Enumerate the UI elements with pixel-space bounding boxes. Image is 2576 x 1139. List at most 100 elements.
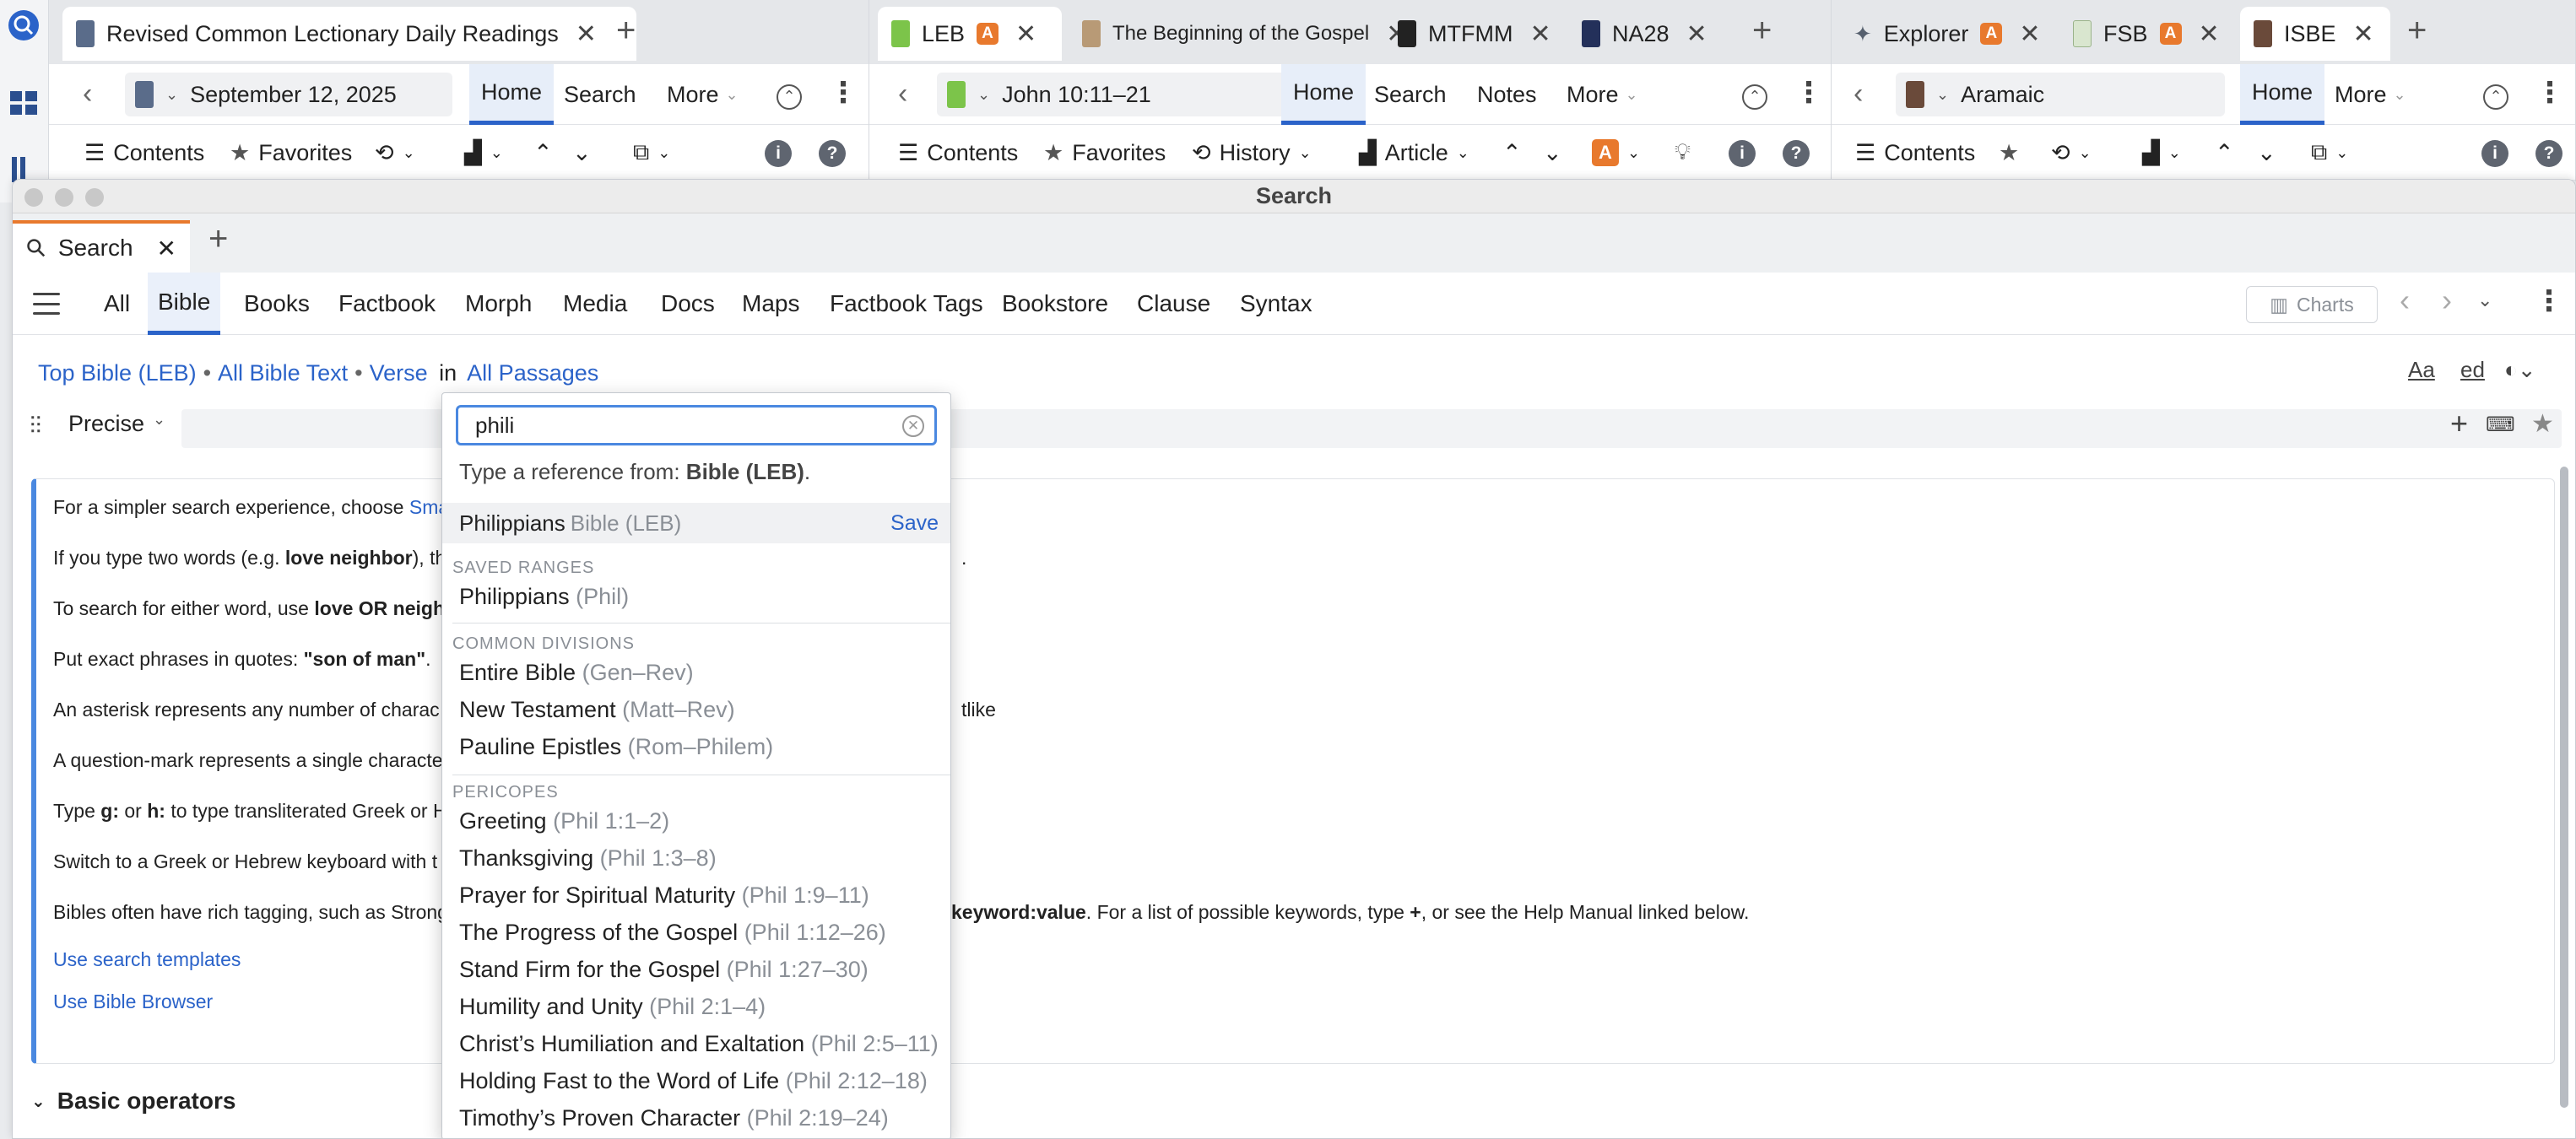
help-icon[interactable]: ? (1783, 138, 1810, 167)
reference-box[interactable]: ⌄ September 12, 2025 (125, 73, 452, 116)
list-item[interactable]: Holding Fast to the Word of Life (Phil 2… (459, 1068, 928, 1094)
list-item[interactable]: Thanksgiving (Phil 1:3–8) (459, 845, 717, 872)
reference-input[interactable]: phili ✕ (456, 405, 937, 445)
prev-button[interactable]: ⌃ (2215, 125, 2234, 181)
category-maps[interactable]: Maps (732, 273, 809, 335)
vertical-scrollbar[interactable] (2560, 467, 2568, 1108)
nav-more[interactable]: More ⌄ (2323, 64, 2418, 125)
back-icon[interactable]: ‹ (83, 78, 92, 111)
menu-icon[interactable] (33, 293, 60, 315)
close-icon[interactable]: ✕ (2353, 19, 2374, 49)
bible-browser-link[interactable]: Use Bible Browser (53, 991, 213, 1013)
more-options-icon[interactable]: ⋮ (829, 76, 858, 110)
scope-bible-link[interactable]: Top Bible (LEB) (38, 360, 197, 386)
home-search-icon[interactable] (5, 7, 42, 44)
collapse-icon[interactable]: ⌃ (2483, 81, 2508, 110)
tab-explorer[interactable]: ✦ Explorer A ✕ (1840, 7, 2054, 61)
tab-mtfmm[interactable]: MTFMM ✕ (1384, 7, 1565, 61)
tab-search[interactable]: Search ✕ (13, 220, 190, 273)
history-button[interactable]: ⟲ ⌄ (375, 125, 415, 181)
add-tab-icon[interactable]: + (616, 12, 636, 50)
contrast-icon[interactable]: ◐⌄ (2504, 357, 2536, 383)
contents-button[interactable]: ☰ Contents (1855, 125, 1975, 181)
reference-box[interactable]: ⌄ Aramaic (1896, 73, 2225, 116)
article-button[interactable]: ▟ Article ⌄ (1359, 125, 1469, 181)
more-options-icon[interactable]: ⋮ (2535, 284, 2563, 318)
scope-text-link[interactable]: All Bible Text (218, 360, 348, 386)
close-icon[interactable]: ✕ (576, 19, 597, 49)
add-tab-icon[interactable]: + (2407, 12, 2427, 50)
visual-filter-button[interactable]: ▟ ⌄ (464, 125, 503, 181)
back-icon[interactable]: ‹ (1854, 78, 1863, 111)
plus-icon[interactable]: + (2450, 406, 2468, 441)
tab-beginning-of-gospel[interactable]: The Beginning of the Gospel ✕ (1069, 7, 1421, 61)
layer-button[interactable]: A ⌄ (1592, 125, 1640, 181)
list-item[interactable]: Greeting (Phil 1:1–2) (459, 808, 669, 834)
reference-option-top[interactable]: Philippians Bible (LEB) Save (442, 503, 950, 543)
history-button[interactable]: ⟲ History ⌄ (1192, 125, 1312, 181)
list-item[interactable]: Christ’s Humiliation and Exaltation (Phi… (459, 1031, 939, 1057)
category-factbook-tags[interactable]: Factbook Tags (820, 273, 993, 335)
nav-notes[interactable]: Notes (1465, 64, 1549, 125)
reference-input[interactable]: September 12, 2025 (190, 82, 397, 108)
font-size-button[interactable]: Aa (2408, 357, 2435, 383)
close-icon[interactable]: ✕ (1686, 19, 1707, 49)
favorites-button[interactable]: ★ Favorites (230, 125, 352, 181)
chevron-down-icon[interactable]: ⌄ (2477, 289, 2492, 311)
close-icon[interactable]: ✕ (1529, 19, 1550, 49)
add-tab-icon[interactable]: + (1752, 12, 1772, 50)
help-icon[interactable]: ? (2535, 138, 2562, 167)
more-options-icon[interactable]: ⋮ (1794, 76, 1823, 110)
link-set-button[interactable]: ⧉ ⌄ (2311, 125, 2348, 181)
scope-unit-link[interactable]: Verse (370, 360, 428, 386)
search-templates-link[interactable]: Use search templates (53, 948, 241, 971)
category-books[interactable]: Books (234, 273, 320, 335)
info-icon[interactable]: i (765, 138, 792, 167)
insights-button[interactable]: 💡︎ (1675, 125, 1691, 181)
help-icon[interactable]: ? (819, 138, 846, 167)
nav-home[interactable]: Home (1281, 64, 1366, 125)
sliders-icon[interactable]: ⫶⫶ (30, 413, 41, 440)
reference-input[interactable]: Aramaic (1961, 82, 2044, 108)
tab-na28[interactable]: NA28 ✕ (1568, 7, 1721, 61)
tab-lectionary[interactable]: Revised Common Lectionary Daily Readings… (62, 7, 636, 61)
add-tab-icon[interactable]: + (208, 220, 228, 258)
tab-isbe[interactable]: ISBE ✕ (2240, 7, 2390, 61)
info-icon[interactable]: i (2481, 138, 2508, 167)
list-item[interactable]: Humility and Unity (Phil 2:1–4) (459, 994, 766, 1020)
prev-button[interactable]: ⌃ (1502, 125, 1522, 181)
info-icon[interactable]: i (1729, 138, 1756, 167)
charts-button[interactable]: ▥ Charts (2246, 286, 2378, 323)
list-item[interactable]: Philippians (Phil) (459, 584, 629, 610)
nav-more[interactable]: More ⌄ (655, 64, 750, 125)
close-icon[interactable]: ✕ (157, 235, 176, 262)
nav-search[interactable]: Search (552, 64, 648, 125)
category-syntax[interactable]: Syntax (1230, 273, 1323, 335)
close-icon[interactable]: ✕ (2019, 19, 2040, 49)
category-all[interactable]: All (94, 273, 140, 335)
reference-input[interactable]: John 10:11–21 (1002, 82, 1151, 108)
tab-fsb[interactable]: FSB A ✕ (2059, 7, 2233, 61)
list-item[interactable]: Prayer for Spiritual Maturity (Phil 1:9–… (459, 883, 869, 909)
list-item[interactable]: The Progress of the Gospel (Phil 1:12–26… (459, 920, 886, 946)
save-button[interactable]: Save (890, 511, 939, 536)
star-icon[interactable]: ★ (2531, 409, 2554, 439)
visual-filter-button[interactable]: ▟ ⌄ (2142, 125, 2181, 181)
close-icon[interactable]: ✕ (1015, 19, 1036, 49)
nav-search[interactable]: Search (1362, 64, 1458, 125)
collapse-icon[interactable]: ⌃ (1742, 81, 1767, 110)
collapse-icon[interactable]: ⌃ (777, 81, 802, 110)
nav-home[interactable]: Home (469, 64, 555, 125)
edit-button[interactable]: ed (2460, 357, 2485, 383)
category-factbook[interactable]: Factbook (328, 273, 446, 335)
keyboard-icon[interactable]: ⌨ (2486, 413, 2515, 437)
clear-icon[interactable]: ✕ (902, 415, 924, 437)
search-mode-select[interactable]: Precise ⌄ (68, 411, 165, 437)
contents-button[interactable]: ☰ Contents (898, 125, 1018, 181)
history-button[interactable]: ⟲ ⌄ (2051, 125, 2092, 181)
close-icon[interactable]: ✕ (2199, 19, 2220, 49)
forward-icon[interactable]: › (2442, 283, 2452, 318)
list-item[interactable]: Timothy’s Proven Character (Phil 2:19–24… (459, 1105, 889, 1131)
category-docs[interactable]: Docs (651, 273, 725, 335)
list-item[interactable]: New Testament (Matt–Rev) (459, 697, 735, 723)
